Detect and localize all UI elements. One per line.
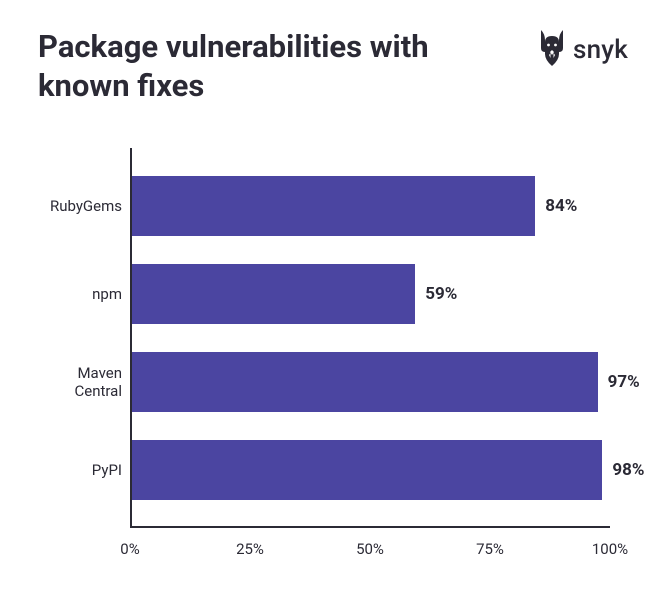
brand-logo: snyk	[537, 28, 628, 72]
category-label: MavenCentral	[38, 364, 122, 400]
bar-value-label: 84%	[535, 176, 577, 236]
bar-value-label: 59%	[415, 264, 457, 324]
bar-value-label: 98%	[602, 440, 644, 500]
plot-area: 84%59%97%98%	[130, 148, 610, 528]
bar	[132, 352, 598, 412]
x-tick-label: 0%	[120, 540, 139, 558]
x-tick-label: 25%	[236, 540, 264, 558]
x-tick-label: 100%	[592, 540, 628, 558]
chart-title: Package vulnerabilities with known fixes	[38, 28, 458, 106]
brand-name: snyk	[573, 35, 628, 65]
bar	[132, 176, 535, 236]
category-label: npm	[38, 285, 122, 303]
chart-header: Package vulnerabilities with known fixes…	[0, 0, 662, 116]
bar-chart: 84%59%97%98% RubyGemsnpmMavenCentralPyPI…	[38, 148, 634, 568]
x-tick-label: 75%	[476, 540, 504, 558]
category-label: RubyGems	[38, 197, 122, 215]
bar	[132, 264, 415, 324]
category-label: PyPI	[38, 461, 122, 479]
snyk-dog-icon	[537, 28, 567, 72]
x-tick-label: 50%	[356, 540, 384, 558]
bar-value-label: 97%	[598, 352, 640, 412]
bar	[132, 440, 602, 500]
